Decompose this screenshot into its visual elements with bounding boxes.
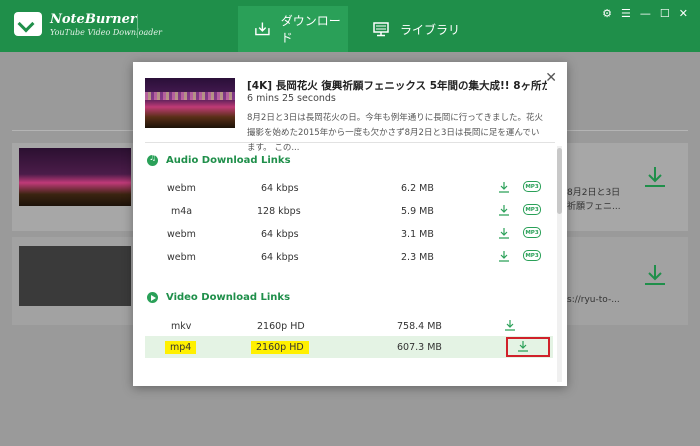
- audio-quality: 64 kbps: [261, 229, 299, 240]
- background-row-text: 祈願フェニ...: [567, 202, 621, 212]
- video-duration: 6 mins 25 seconds: [247, 93, 336, 104]
- audio-quality: 64 kbps: [261, 252, 299, 263]
- video-format: mkv: [171, 321, 192, 332]
- tab-download[interactable]: ダウンロード: [238, 6, 348, 52]
- window-controls: ⚙ ☰ — ☐ ✕: [602, 7, 688, 20]
- video-quality: 2160p HD: [251, 341, 309, 354]
- background-row-text: 8月2日と3日: [567, 188, 621, 198]
- video-section-header: Video Download Links: [147, 292, 290, 303]
- app-header: NoteBurner YouTube Video Downloader ダウンロ…: [0, 0, 700, 52]
- download-icon: [645, 167, 665, 187]
- audio-quality: 128 kbps: [257, 206, 301, 217]
- gear-icon[interactable]: ⚙: [602, 7, 612, 20]
- audio-format: m4a: [171, 206, 193, 217]
- audio-link-row[interactable]: webm 64 kbps 2.3 MB MP3: [145, 246, 553, 268]
- play-icon: [147, 292, 158, 303]
- maximize-icon[interactable]: ☐: [660, 7, 670, 20]
- video-thumbnail: [145, 78, 235, 128]
- close-icon[interactable]: ✕: [679, 7, 688, 20]
- audio-size: 5.9 MB: [401, 206, 434, 217]
- mp3-convert-icon[interactable]: MP3: [523, 181, 541, 192]
- mp3-convert-icon[interactable]: MP3: [523, 227, 541, 238]
- mp3-convert-icon[interactable]: MP3: [523, 204, 541, 215]
- app-subtitle: YouTube Video Downloader: [50, 28, 162, 37]
- music-note-icon: [147, 153, 158, 166]
- video-format: mp4: [165, 341, 197, 354]
- audio-format: webm: [167, 229, 196, 240]
- dialog-close-icon[interactable]: ✕: [545, 70, 557, 86]
- video-title: [4K] 長岡花火 復興祈願フェニックス 5年間の集大成!! 8ヶ所から撮影 .…: [247, 80, 547, 92]
- dialog-scrollbar[interactable]: [557, 146, 562, 382]
- audio-section-header: Audio Download Links: [147, 153, 291, 166]
- audio-link-row[interactable]: webm 64 kbps 3.1 MB MP3: [145, 223, 553, 245]
- download-icon[interactable]: [498, 204, 510, 216]
- audio-link-row[interactable]: webm 64 kbps 6.2 MB MP3: [145, 177, 553, 199]
- audio-size: 6.2 MB: [401, 183, 434, 194]
- video-size: 607.3 MB: [397, 342, 442, 353]
- video-size: 758.4 MB: [397, 321, 442, 332]
- audio-size: 3.1 MB: [401, 229, 434, 240]
- dialog-divider: [145, 142, 555, 143]
- audio-link-row[interactable]: m4a 128 kbps 5.9 MB MP3: [145, 200, 553, 222]
- audio-section-title: Audio Download Links: [166, 155, 291, 166]
- download-tray-icon: [255, 22, 270, 36]
- download-links-dialog: ✕ [4K] 長岡花火 復興祈願フェニックス 5年間の集大成!! 8ヶ所から撮影…: [133, 62, 567, 386]
- download-icon[interactable]: [498, 250, 510, 262]
- download-icon[interactable]: [504, 319, 516, 331]
- audio-size: 2.3 MB: [401, 252, 434, 263]
- download-icon[interactable]: [498, 227, 510, 239]
- video-description: 8月2日と3日は長岡花火の日。今年も例年通りに長岡に行ってきました。花火撮影を始…: [247, 113, 544, 153]
- video-link-row[interactable]: mkv 2160p HD 758.4 MB: [145, 315, 553, 337]
- app-name: NoteBurner: [50, 12, 137, 27]
- selection-highlight-box: [506, 337, 550, 357]
- tab-library[interactable]: ライブラリ: [370, 6, 470, 52]
- background-thumbnail: [19, 148, 131, 206]
- download-icon[interactable]: [498, 181, 510, 193]
- video-section-title: Video Download Links: [166, 292, 291, 303]
- tab-download-label: ダウンロード: [280, 14, 341, 45]
- audio-format: webm: [167, 252, 196, 263]
- download-icon: [645, 265, 665, 285]
- tab-library-label: ライブラリ: [400, 22, 461, 37]
- header-divider: [137, 14, 138, 38]
- noteburner-logo-icon: [14, 12, 42, 36]
- scrollbar-thumb[interactable]: [557, 148, 562, 214]
- mp3-convert-icon[interactable]: MP3: [523, 250, 541, 261]
- menu-icon[interactable]: ☰: [621, 7, 631, 20]
- monitor-icon: [373, 22, 389, 37]
- background-thumbnail: [19, 246, 131, 306]
- audio-format: webm: [167, 183, 196, 194]
- video-link-row-selected[interactable]: mp4 2160p HD 607.3 MB: [145, 336, 553, 358]
- minimize-icon[interactable]: —: [640, 7, 651, 20]
- background-row-text: s://ryu-to-...: [567, 295, 620, 305]
- audio-quality: 64 kbps: [261, 183, 299, 194]
- video-quality: 2160p HD: [257, 321, 305, 332]
